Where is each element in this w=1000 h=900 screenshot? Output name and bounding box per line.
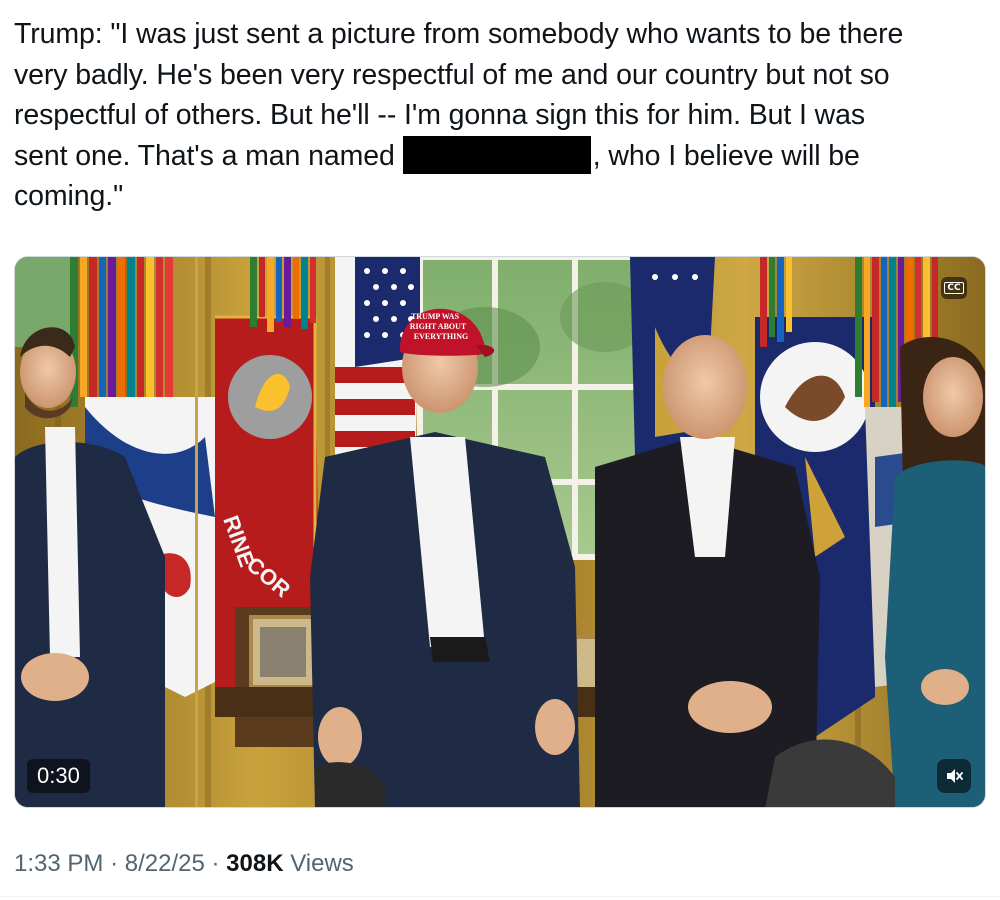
divider <box>0 896 1000 897</box>
cap-text: TRUMP WAS <box>411 312 460 321</box>
tweet-meta: 1:33 PM · 8/22/25 · 308K Views <box>14 850 354 878</box>
video-timestamp: 0:30 <box>27 759 90 793</box>
tweet-text-line: respectful of others. But he'll -- I'm g… <box>14 99 866 131</box>
tweet-date[interactable]: 8/22/25 <box>125 850 205 877</box>
redaction-box <box>402 135 591 174</box>
cap-text: EVERYTHING <box>414 332 468 341</box>
views-count: 308K <box>226 850 284 877</box>
meta-separator: · <box>211 850 220 877</box>
mute-button[interactable] <box>937 759 971 793</box>
tweet-text-fragment: , who I believe will be <box>592 139 860 172</box>
tweet-time[interactable]: 1:33 PM <box>14 850 103 877</box>
closed-captions-button[interactable]: CC <box>941 277 967 299</box>
speaker-muted-icon <box>947 769 963 783</box>
meta-separator: · <box>110 850 119 877</box>
tweet-text-line: very badly. He's been very respectful of… <box>14 58 890 91</box>
closed-captions-icon: CC <box>944 282 964 294</box>
views-label: Views <box>290 850 354 877</box>
tweet-text: Trump: "I was just sent a picture from s… <box>14 14 986 217</box>
video-frame: RINE COR TRUMP WAS RIGHT ABOUT EVERYTHIN… <box>15 257 985 807</box>
cap-text: RIGHT ABOUT <box>410 322 467 331</box>
tweet-text-line: sent one. That's a man named , who I beli… <box>14 135 986 177</box>
tweet-text-line: Trump: "I was just sent a picture from s… <box>14 18 904 50</box>
video-player[interactable]: RINE COR TRUMP WAS RIGHT ABOUT EVERYTHIN… <box>14 256 986 808</box>
tweet-text-fragment: sent one. That's a man named <box>14 139 395 172</box>
tweet-text-line: coming." <box>14 180 124 212</box>
